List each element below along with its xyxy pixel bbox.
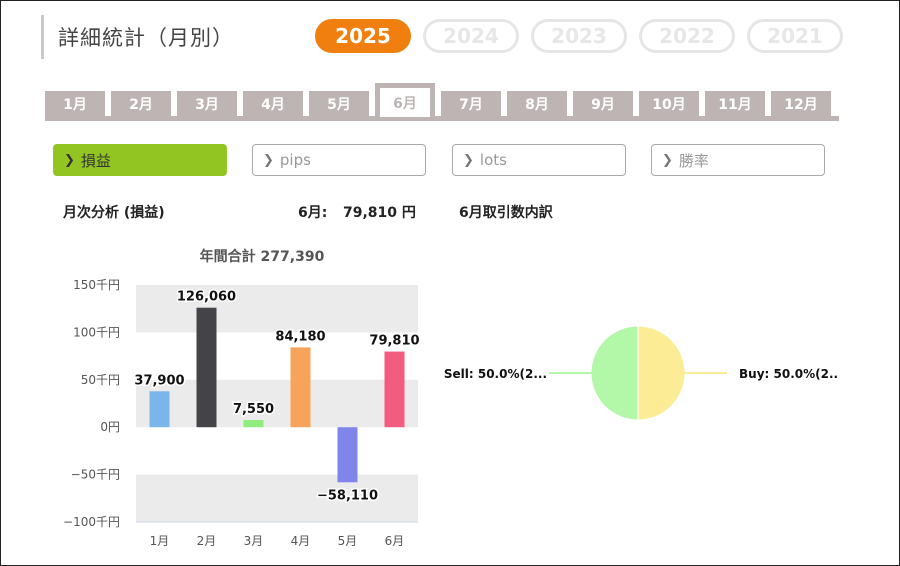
charts-canvas: 150千円 100千円 50千円 0円 −50千円 −100千円 年間合計 277,390 3… — [63, 248, 838, 548]
data-label: 79,810 — [369, 334, 419, 349]
bar-4月 — [290, 347, 311, 428]
y-tick-label: 0円 — [100, 420, 120, 434]
y-tick-label: 50千円 — [81, 373, 120, 387]
pie-slice-1 — [590, 325, 639, 421]
x-tick-label: 1月 — [150, 534, 170, 548]
pie-label: Buy: 50.0%(2.. — [739, 367, 838, 381]
x-tick-label: 6月 — [385, 534, 405, 548]
x-tick-label: 4月 — [291, 534, 311, 548]
x-tick-label: 5月 — [338, 534, 358, 548]
bar-2月 — [196, 307, 217, 428]
bar-1月 — [149, 391, 170, 428]
data-label: 37,900 — [134, 373, 184, 388]
y-tick-label: 150千円 — [73, 278, 120, 292]
y-tick-label: 100千円 — [73, 325, 120, 339]
x-tick-label: 3月 — [244, 534, 264, 548]
data-label: 7,550 — [233, 402, 274, 417]
bar-3月 — [243, 420, 264, 428]
y-tick-label: −100千円 — [63, 515, 120, 529]
data-label: 84,180 — [275, 329, 325, 344]
bar-6月 — [384, 351, 405, 428]
chart-title: 年間合計 277,390 — [200, 248, 325, 265]
data-label: 126,060 — [177, 290, 236, 305]
x-tick-label: 2月 — [197, 534, 217, 548]
pie-slice-0 — [637, 325, 686, 421]
y-tick-label: −50千円 — [71, 468, 120, 482]
data-label: −58,110 — [317, 488, 378, 503]
pie-label: Sell: 50.0%(2... — [444, 367, 547, 381]
page-frame: 詳細統計（月別） 2025 2024 2023 2022 2021 1月 2月 3月 4月 5月… — [0, 0, 900, 566]
bar-5月 — [337, 427, 358, 483]
